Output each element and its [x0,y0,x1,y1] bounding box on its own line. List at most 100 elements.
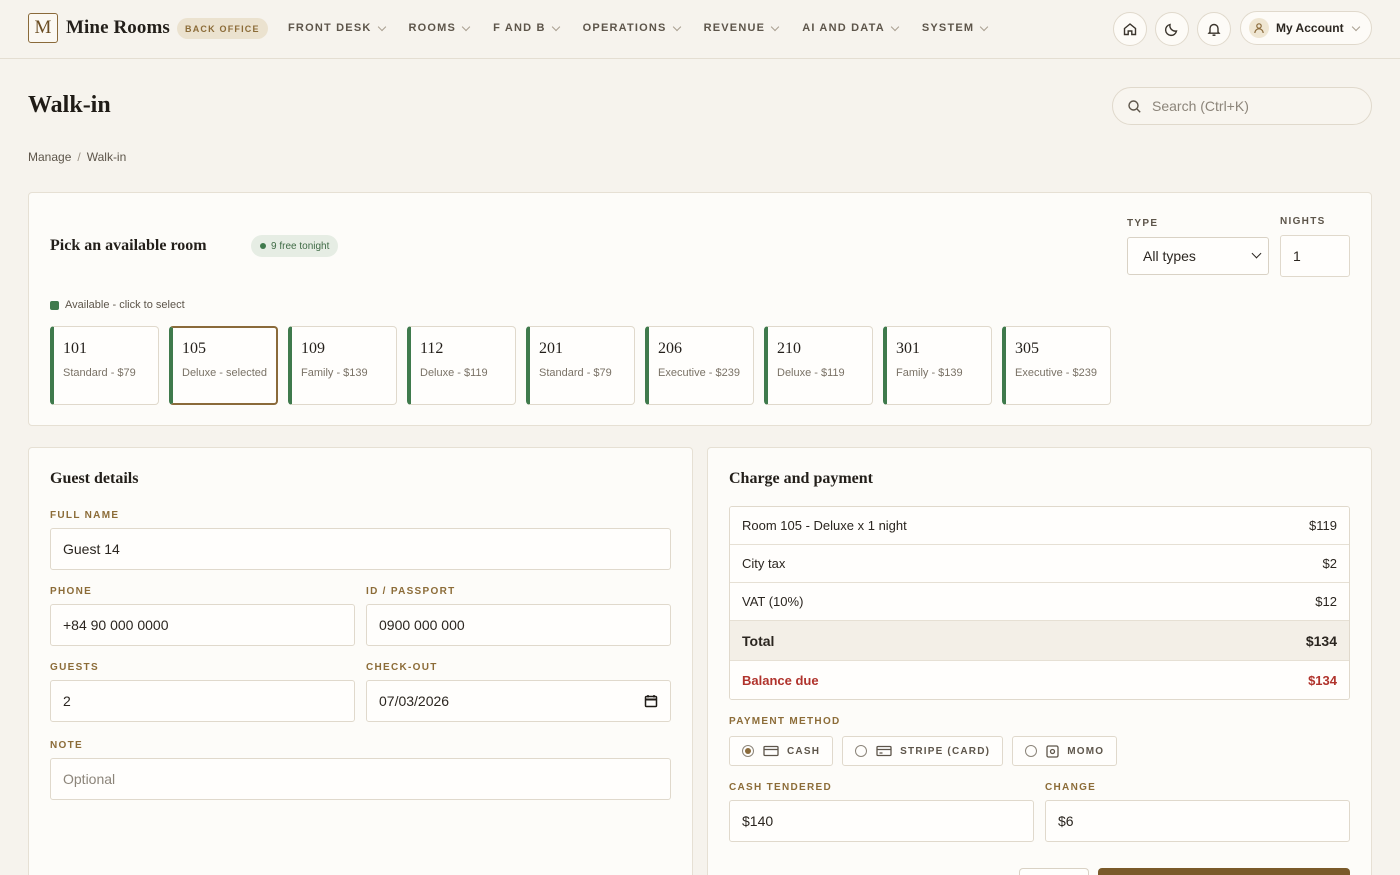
room-number: 112 [420,340,444,357]
main-nav: FRONT DESK ROOMS F AND B OPERATIONS REVE… [288,22,1011,34]
cash-icon [763,745,779,757]
checkout-date-value: 07/03/2026 [379,693,450,709]
nav-label: FRONT DESK [288,22,372,34]
nav-f-and-b[interactable]: F AND B [493,22,560,34]
nav-label: OPERATIONS [582,22,667,34]
nav-label: REVENUE [703,22,766,34]
id-passport-label: ID / PASSPORT [366,586,456,597]
room-card-109[interactable]: 109 Family - $139 [288,326,397,405]
nights-input[interactable] [1280,235,1350,277]
account-label: My Account [1276,21,1344,35]
room-desc: Family - $139 [896,367,963,379]
nav-rooms[interactable]: ROOMS [408,22,471,34]
free-rooms-badge: 9 free tonight [251,235,339,257]
room-card-201[interactable]: 201 Standard - $79 [526,326,635,405]
room-desc: Executive - $239 [1015,367,1097,379]
notifications-button[interactable] [1197,12,1231,46]
note-label: NOTE [50,740,83,751]
balance-due-amount: $134 [1308,672,1337,688]
momo-radio[interactable] [1025,745,1038,757]
payment-option-cash[interactable]: CASH [729,736,834,766]
stripe-radio[interactable] [855,745,868,757]
brand-logo[interactable]: M [28,13,58,43]
checkout-label: CHECK-OUT [366,662,438,673]
note-input[interactable] [50,758,671,800]
nav-label: SYSTEM [921,22,975,34]
payment-option-label: MOMO [1067,745,1105,757]
charge-row-room: Room 105 - Deluxe x 1 night $119 [730,507,1349,545]
brand-name[interactable]: Mine Rooms [66,17,170,39]
room-number: 305 [1015,340,1039,357]
room-card-101[interactable]: 101 Standard - $79 [50,326,159,405]
charge-amount: $119 [1309,518,1337,533]
balance-due-label: Balance due [742,672,819,688]
search-box[interactable] [1112,87,1372,125]
nav-front-desk[interactable]: FRONT DESK [288,22,386,34]
room-desc: Standard - $79 [539,367,612,379]
nav-system[interactable]: SYSTEM [921,22,989,34]
nav-operations[interactable]: OPERATIONS [582,22,681,34]
charge-amount: $2 [1322,556,1337,571]
search-input[interactable] [1152,98,1352,114]
chevron-down-icon [1351,22,1360,31]
room-card-112[interactable]: 112 Deluxe - $119 [407,326,516,405]
card-icon [876,745,892,757]
availability-legend: Available - click to select [50,299,185,311]
phone-label: PHONE [50,586,93,597]
checkout-date-input[interactable]: 07/03/2026 [366,680,671,722]
cash-radio[interactable] [742,745,754,757]
full-name-input[interactable] [50,528,671,570]
type-label: TYPE [1127,218,1159,229]
chevron-down-icon [1251,248,1262,259]
room-number: 201 [539,340,563,357]
room-card-210[interactable]: 210 Deluxe - $119 [764,326,873,405]
full-name-label: FULL NAME [50,510,120,521]
calendar-icon[interactable] [644,694,658,708]
room-card-206[interactable]: 206 Executive - $239 [645,326,754,405]
guests-input[interactable] [50,680,355,722]
chevron-down-icon [770,22,780,31]
cash-tendered-label: CASH TENDERED [729,782,833,793]
type-select[interactable]: All types [1127,237,1269,275]
phone-input[interactable] [50,604,355,646]
guest-details-card: Guest details FULL NAME PHONE ID / PASSP… [28,447,693,875]
payment-option-label: STRIPE (CARD) [900,745,991,757]
theme-toggle-button[interactable] [1155,12,1189,46]
breadcrumb-current: Walk-in [86,150,127,164]
payment-method-label: PAYMENT METHOD [729,716,841,727]
type-select-value: All types [1143,248,1196,264]
room-desc: Deluxe - selected [182,367,267,379]
id-passport-input[interactable] [366,604,671,646]
nav-revenue[interactable]: REVENUE [703,22,780,34]
charge-row-total: Total $134 [730,621,1349,661]
room-picker-title: Pick an available room [50,237,207,254]
available-swatch [50,300,59,310]
cash-tendered-input[interactable] [729,800,1034,842]
nav-label: ROOMS [408,22,457,34]
change-input [1045,800,1350,842]
chevron-down-icon [551,22,560,31]
payment-option-momo[interactable]: MOMO [1012,736,1118,766]
account-menu[interactable]: My Account [1240,11,1372,45]
charge-amount: $12 [1315,594,1337,609]
charge-label: VAT (10%) [742,594,804,609]
payment-option-stripe[interactable]: STRIPE (CARD) [842,736,1004,766]
nav-label: F AND B [493,22,546,34]
primary-action-button[interactable] [1098,868,1350,875]
charge-payment-title: Charge and payment [729,470,874,487]
charge-row-vat: VAT (10%) $12 [730,583,1349,621]
chevron-down-icon [890,22,900,31]
nav-ai-and-data[interactable]: AI AND DATA [802,22,900,34]
room-card-305[interactable]: 305 Executive - $239 [1002,326,1111,405]
room-card-301[interactable]: 301 Family - $139 [883,326,992,405]
free-rooms-label: 9 free tonight [271,240,330,252]
room-card-105[interactable]: 105 Deluxe - selected [169,326,278,405]
charge-label: Room 105 - Deluxe x 1 night [742,518,907,533]
secondary-action-button[interactable] [1019,868,1089,875]
wallet-icon [1046,744,1059,758]
breadcrumb-manage[interactable]: Manage [28,150,71,164]
room-list: 101 Standard - $79 105 Deluxe - selected 1… [50,326,1121,405]
legend-label: Available - click to select [65,299,185,311]
home-button[interactable] [1113,12,1147,46]
top-navbar: M Mine Rooms BACK OFFICE FRONT DESK ROOM… [0,0,1400,59]
